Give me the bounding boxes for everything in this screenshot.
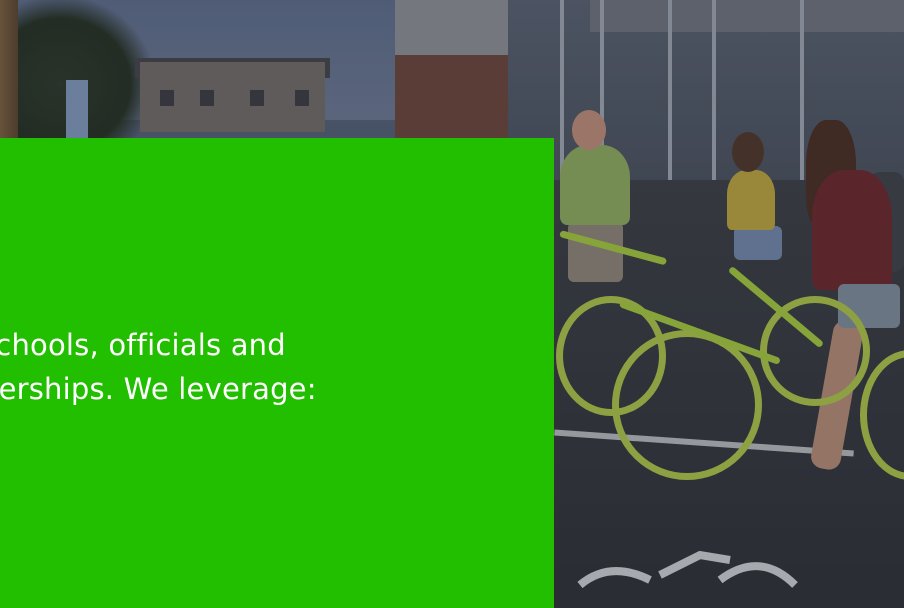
description-line-1: schools, officials and bbox=[0, 328, 286, 362]
description-line-2: nerships. We leverage: bbox=[0, 372, 317, 406]
page-stage: schools, officials and nerships. We leve… bbox=[0, 0, 904, 608]
panel-description: schools, officials and nerships. We leve… bbox=[0, 323, 500, 411]
